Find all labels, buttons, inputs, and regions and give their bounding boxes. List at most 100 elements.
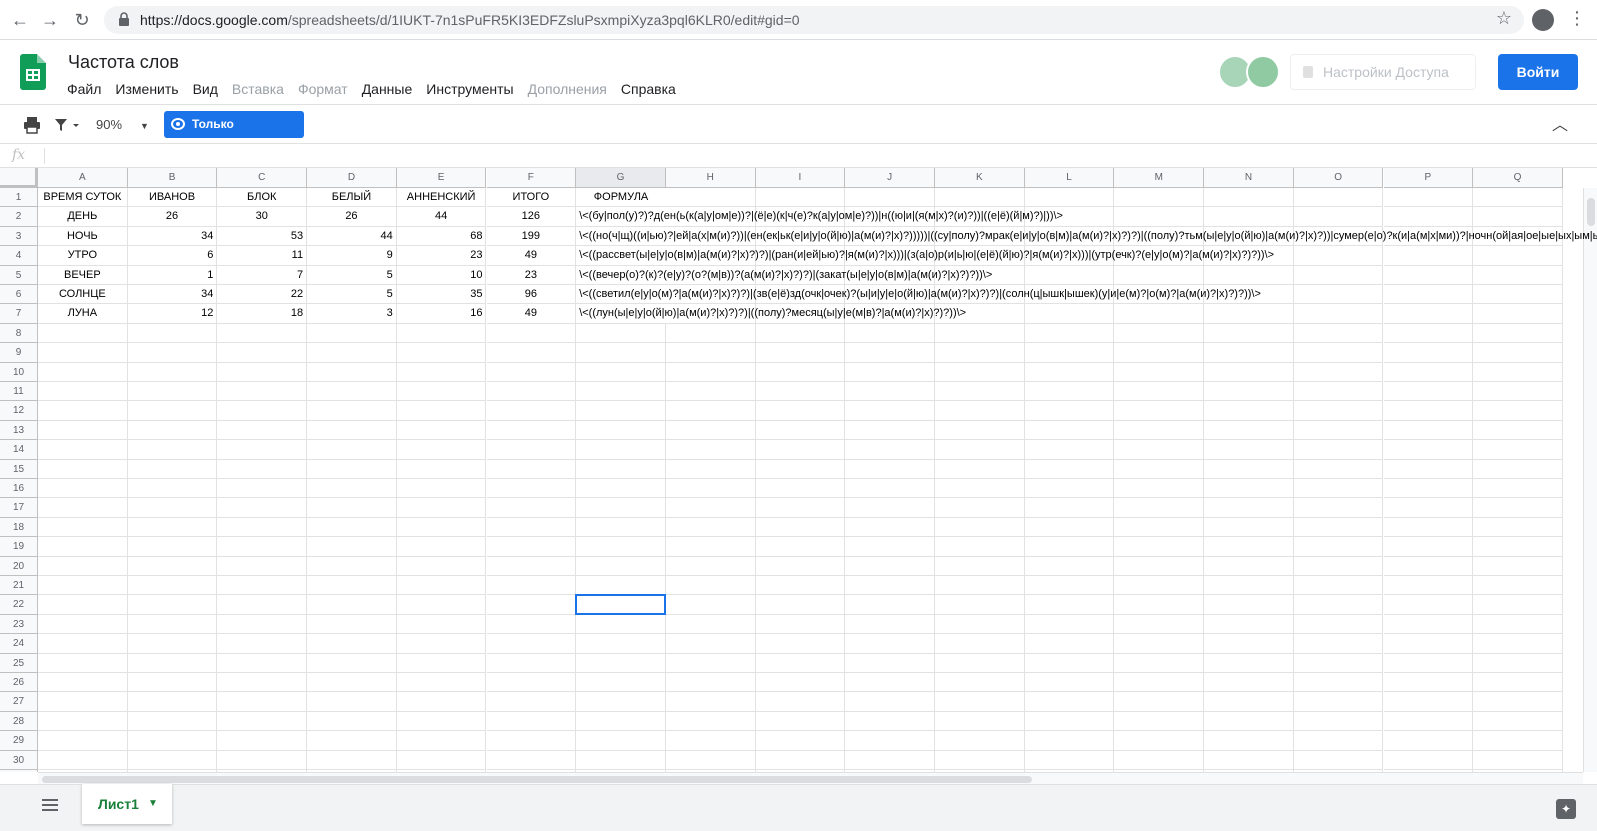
cell-f15[interactable] — [486, 459, 577, 479]
cell-c19[interactable] — [217, 537, 308, 557]
cell-g27[interactable] — [576, 692, 666, 712]
column-header-b[interactable]: B — [127, 168, 218, 188]
cell-o2[interactable] — [1293, 207, 1384, 227]
cell-m11[interactable] — [1114, 382, 1205, 402]
cell-h8[interactable] — [665, 323, 756, 344]
cell-h14[interactable] — [665, 440, 756, 460]
cell-c10[interactable] — [217, 362, 308, 382]
cell-p12[interactable] — [1383, 401, 1474, 421]
cell-b2[interactable]: 26 — [127, 207, 218, 227]
cell-o27[interactable] — [1293, 692, 1384, 712]
cell-d9[interactable] — [307, 343, 397, 363]
cell-m19[interactable] — [1114, 537, 1205, 557]
cell-h20[interactable] — [665, 556, 756, 576]
cell-p11[interactable] — [1383, 382, 1474, 402]
cell-a5[interactable]: ВЕЧЕР — [38, 265, 128, 285]
cell-e27[interactable] — [396, 692, 487, 712]
cell-d19[interactable] — [307, 537, 397, 557]
cell-i15[interactable] — [755, 459, 846, 479]
cell-c4[interactable]: 11 — [217, 246, 308, 266]
cell-f6[interactable]: 96 — [486, 285, 577, 305]
cell-q8[interactable] — [1473, 323, 1563, 344]
cell-d23[interactable] — [307, 614, 397, 635]
document-title[interactable]: Частота слов — [68, 52, 179, 73]
cell-c20[interactable] — [217, 556, 308, 576]
cell-j20[interactable] — [845, 556, 935, 576]
cell-o1[interactable] — [1293, 188, 1384, 208]
cell-l1[interactable] — [1024, 188, 1115, 208]
cell-q26[interactable] — [1473, 673, 1563, 693]
cell-b3[interactable]: 34 — [127, 226, 218, 247]
cell-j14[interactable] — [845, 440, 935, 460]
cell-e28[interactable] — [396, 711, 487, 732]
cell-p26[interactable] — [1383, 673, 1474, 693]
row-header[interactable]: 30 — [0, 750, 38, 770]
column-header-c[interactable]: C — [217, 168, 308, 188]
cell-n14[interactable] — [1204, 440, 1294, 460]
cell-m20[interactable] — [1114, 556, 1205, 576]
cell-p6[interactable] — [1383, 285, 1474, 305]
cell-q18[interactable] — [1473, 517, 1563, 538]
sign-in-button[interactable]: Войти — [1498, 54, 1578, 90]
cell-k16[interactable] — [935, 479, 1025, 499]
cell-o20[interactable] — [1293, 556, 1384, 576]
cell-n30[interactable] — [1204, 750, 1294, 770]
cell-l17[interactable] — [1024, 498, 1115, 518]
cell-h21[interactable] — [665, 576, 756, 596]
cell-g10[interactable] — [576, 362, 666, 382]
cell-p30[interactable] — [1383, 750, 1474, 770]
cell-f22[interactable] — [486, 595, 577, 615]
cell-f1[interactable]: ИТОГО — [486, 188, 577, 208]
cell-o28[interactable] — [1293, 711, 1384, 732]
row-header[interactable]: 19 — [0, 537, 38, 557]
cell-f25[interactable] — [486, 653, 577, 673]
row-header[interactable]: 18 — [0, 517, 38, 538]
cell-n1[interactable] — [1204, 188, 1294, 208]
cell-e9[interactable] — [396, 343, 487, 363]
cell-k28[interactable] — [935, 711, 1025, 732]
cell-d26[interactable] — [307, 673, 397, 693]
cell-a6[interactable]: СОЛНЦЕ — [38, 285, 128, 305]
cell-d29[interactable] — [307, 731, 397, 751]
cell-c12[interactable] — [217, 401, 308, 421]
cell-a19[interactable] — [38, 537, 128, 557]
cell-h29[interactable] — [665, 731, 756, 751]
cell-i1[interactable] — [755, 188, 846, 208]
row-header[interactable]: 16 — [0, 479, 38, 499]
cell-f29[interactable] — [486, 731, 577, 751]
cell-d24[interactable] — [307, 634, 397, 654]
cell-a10[interactable] — [38, 362, 128, 382]
row-header[interactable]: 3 — [0, 226, 38, 247]
row-header[interactable]: 31 — [0, 770, 38, 772]
cell-d27[interactable] — [307, 692, 397, 712]
cell-o10[interactable] — [1293, 362, 1384, 382]
cell-e12[interactable] — [396, 401, 487, 421]
cell-p19[interactable] — [1383, 537, 1474, 557]
cell-e18[interactable] — [396, 517, 487, 538]
cell-k21[interactable] — [935, 576, 1025, 596]
cell-g3[interactable]: \<((но(ч|щ)((и|ью)?|ей|а(х|м(и)?))|(ен(е… — [576, 227, 1597, 247]
cell-e10[interactable] — [396, 362, 487, 382]
cell-l28[interactable] — [1024, 711, 1115, 732]
cell-l30[interactable] — [1024, 750, 1115, 770]
cell-f19[interactable] — [486, 537, 577, 557]
cell-b12[interactable] — [127, 401, 218, 421]
cell-g29[interactable] — [576, 731, 666, 751]
cell-p7[interactable] — [1383, 304, 1474, 324]
cell-g14[interactable] — [576, 440, 666, 460]
cell-a25[interactable] — [38, 653, 128, 673]
cell-f24[interactable] — [486, 634, 577, 654]
cell-b26[interactable] — [127, 673, 218, 693]
column-header-o[interactable]: O — [1293, 168, 1384, 188]
cell-q13[interactable] — [1473, 420, 1563, 441]
cell-o29[interactable] — [1293, 731, 1384, 751]
cell-p29[interactable] — [1383, 731, 1474, 751]
cell-p23[interactable] — [1383, 614, 1474, 635]
cell-i14[interactable] — [755, 440, 846, 460]
cell-q30[interactable] — [1473, 750, 1563, 770]
cell-c21[interactable] — [217, 576, 308, 596]
cell-m24[interactable] — [1114, 634, 1205, 654]
cell-j18[interactable] — [845, 517, 935, 538]
cell-b28[interactable] — [127, 711, 218, 732]
cell-m9[interactable] — [1114, 343, 1205, 363]
